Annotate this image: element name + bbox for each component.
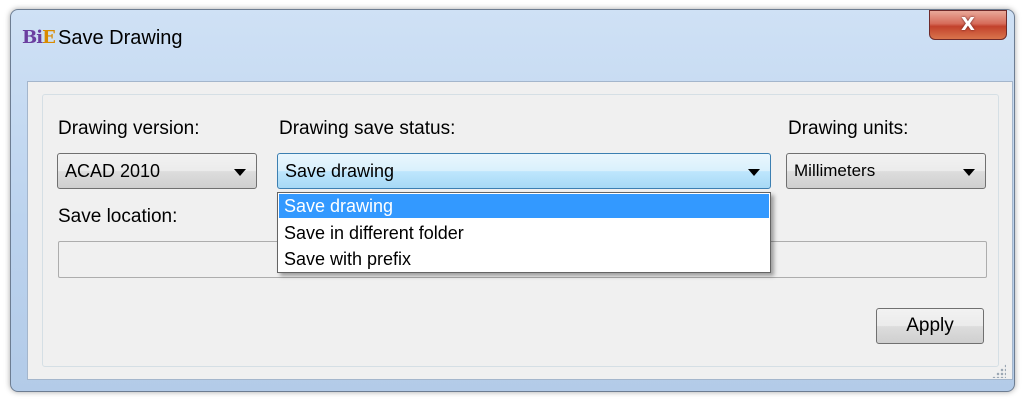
drawing-units-select[interactable]: Millimeters: [786, 153, 986, 189]
dropdown-option-save-in-different-folder[interactable]: Save in different folder: [279, 221, 769, 245]
save-location-label: Save location:: [58, 206, 178, 227]
dropdown-option-save-drawing[interactable]: Save drawing: [279, 194, 769, 218]
dropdown-option-save-with-prefix[interactable]: Save with prefix: [279, 247, 769, 271]
drawing-version-label: Drawing version:: [58, 118, 200, 139]
drawing-save-status-label: Drawing save status:: [279, 118, 456, 139]
drawing-units-label: Drawing units:: [788, 118, 909, 139]
drawing-units-value: Millimeters: [794, 161, 876, 180]
drawing-version-select[interactable]: ACAD 2010: [57, 153, 257, 189]
apply-button[interactable]: Apply: [876, 308, 984, 344]
drawing-save-status-select[interactable]: Save drawing: [277, 153, 771, 189]
drawing-save-status-value: Save drawing: [285, 161, 395, 181]
chevron-down-icon: [748, 169, 760, 176]
app-logo-letter-e: E: [42, 27, 56, 48]
drawing-version-value: ACAD 2010: [65, 161, 161, 181]
chevron-down-icon: [963, 169, 975, 176]
window-title: Save Drawing: [58, 27, 183, 49]
chevron-down-icon: [234, 169, 246, 176]
close-button[interactable]: X: [929, 10, 1007, 40]
save-status-dropdown-list: Save drawing Save in different folder Sa…: [277, 192, 771, 273]
app-logo-icon: BiE: [22, 26, 56, 50]
app-logo-letters: Bi: [22, 27, 43, 48]
